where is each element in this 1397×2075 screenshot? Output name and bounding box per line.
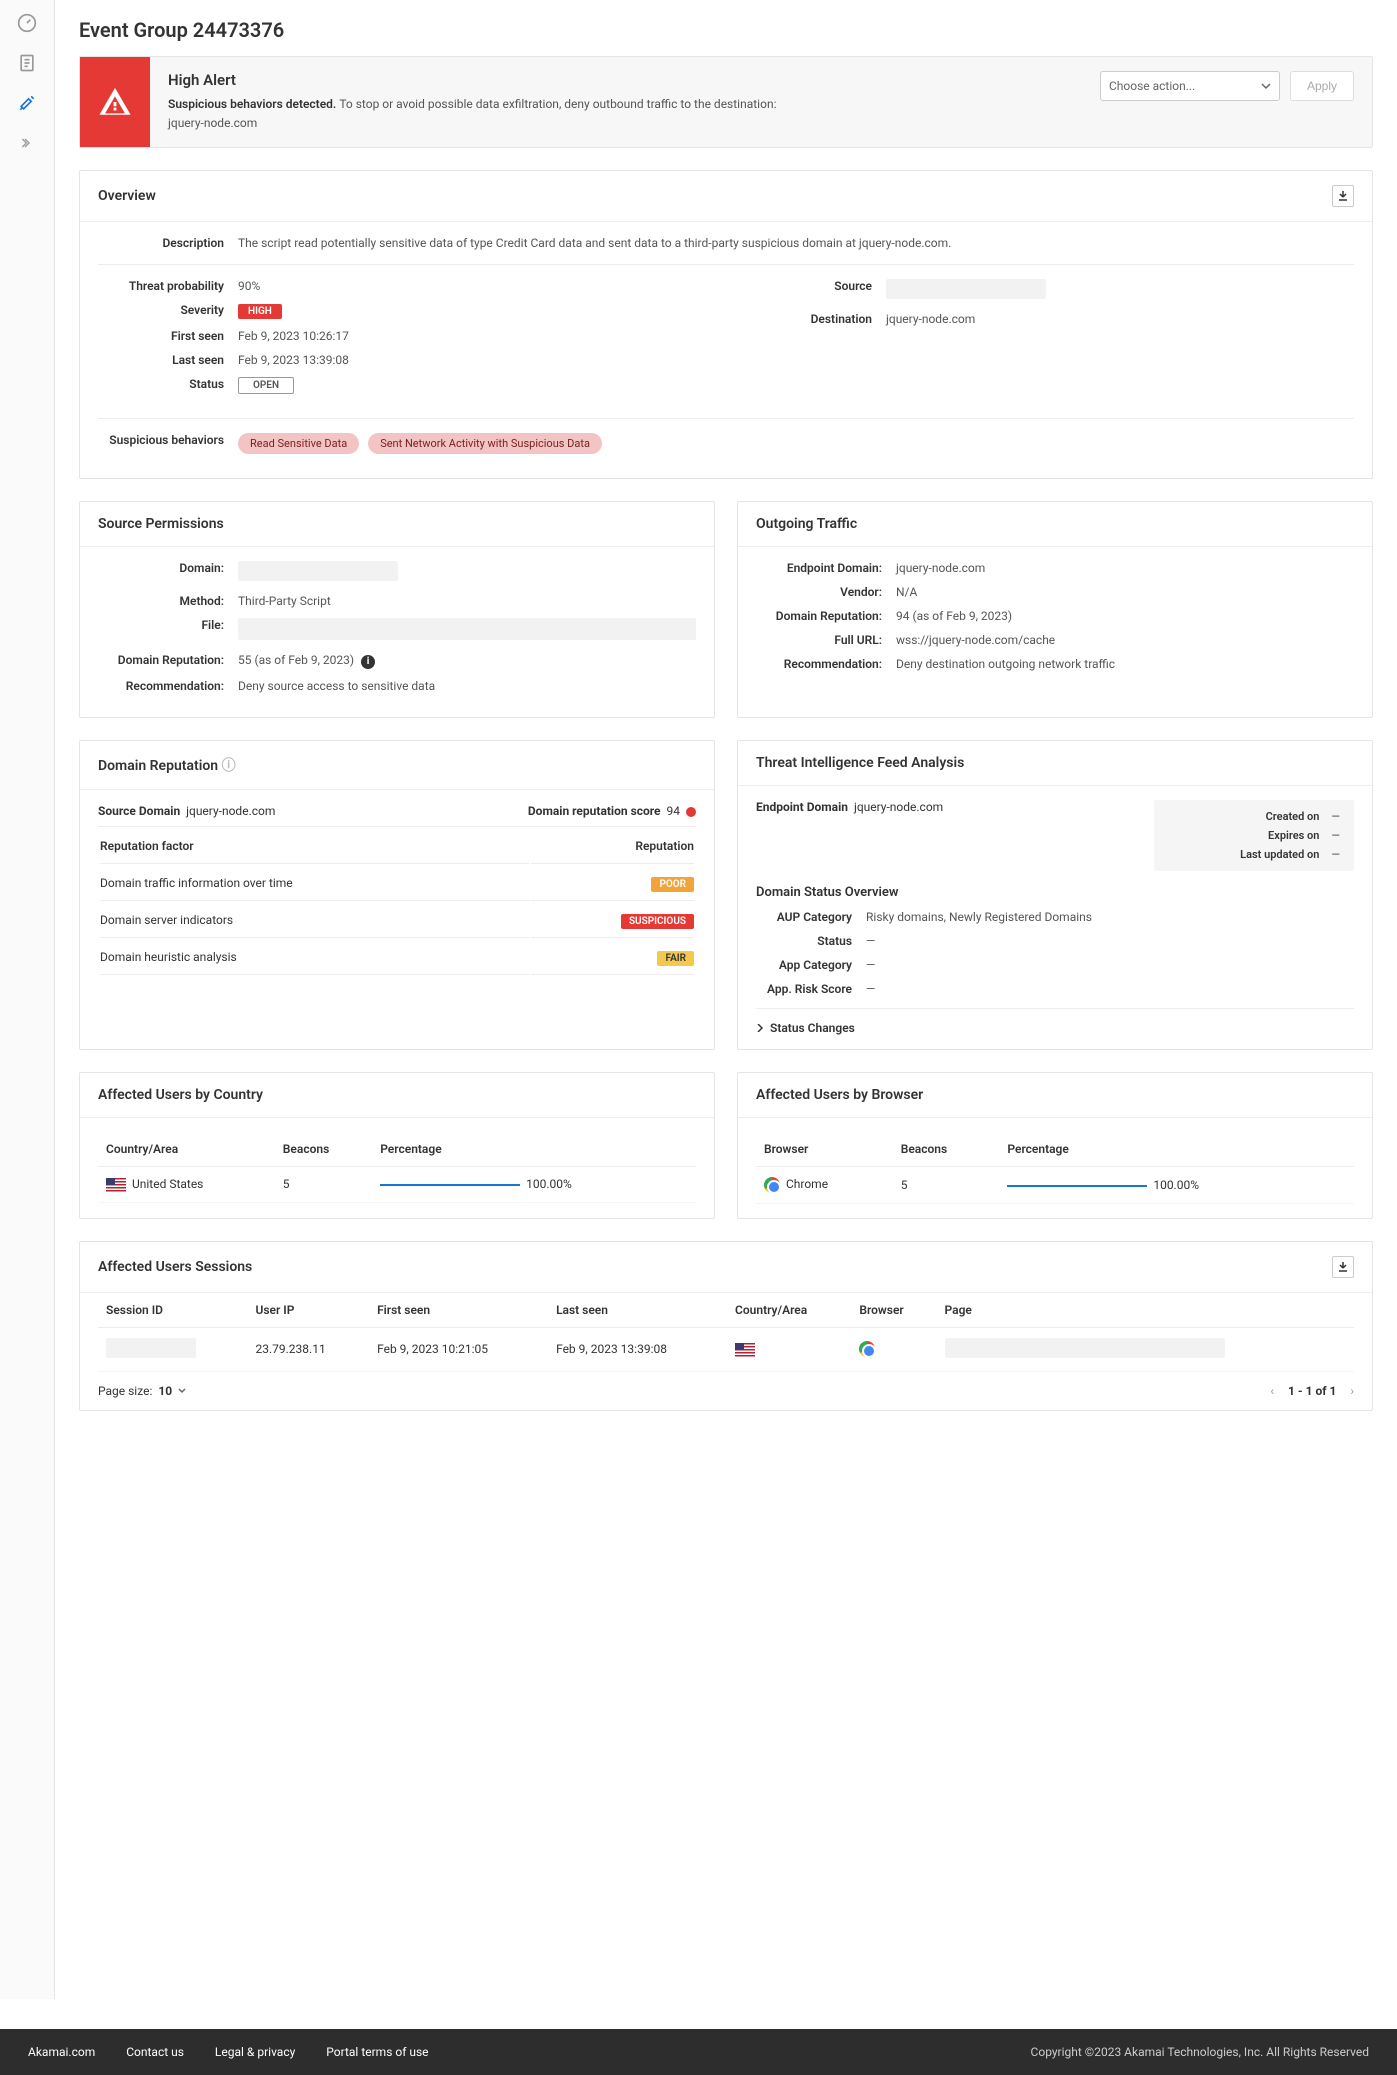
threat-intel-card: Threat Intelligence Feed Analysis Endpoi… <box>737 740 1373 1050</box>
reputation-table: Reputation factorReputation Domain traff… <box>98 827 696 977</box>
vendor: N/A <box>896 585 1354 599</box>
main-content: Event Group 24473376 High Alert Suspicio… <box>55 0 1397 1999</box>
endpoint-domain: jquery-node.com <box>896 561 1354 575</box>
threat-probability: 90% <box>238 279 706 293</box>
severity-badge: HIGH <box>238 304 282 319</box>
footer-link-terms[interactable]: Portal terms of use <box>326 2045 428 2059</box>
source-reputation: 55 (as of Feb 9, 2023) <box>238 653 354 667</box>
alert-icon <box>80 57 150 147</box>
chevron-down-icon <box>1261 81 1271 91</box>
domain-reputation-card: Domain Reputation ⓘ Source Domain jquery… <box>79 740 715 1050</box>
alert-title: High Alert <box>168 71 1064 89</box>
table-row: Domain traffic information over timePOOR <box>100 866 694 901</box>
apply-button[interactable]: Apply <box>1290 71 1354 101</box>
user-ip: 23.79.238.11 <box>248 1327 370 1371</box>
outgoing-recommendation: Deny destination outgoing network traffi… <box>896 657 1354 671</box>
overview-description: The script read potentially sensitive da… <box>238 236 1354 250</box>
table-row: Domain server indicatorsSUSPICIOUS <box>100 903 694 938</box>
status-changes-toggle[interactable]: Status Changes <box>756 1008 1354 1035</box>
ti-endpoint: jquery-node.com <box>854 800 943 814</box>
source-recommendation: Deny source access to sensitive data <box>238 679 696 693</box>
method: Third-Party Script <box>238 594 696 608</box>
aup-category: Risky domains, Newly Registered Domains <box>866 910 1354 924</box>
reputation-badge: POOR <box>651 877 694 892</box>
chevron-right-icon <box>756 1024 764 1032</box>
alert-description: Suspicious behaviors detected. To stop o… <box>168 95 1064 133</box>
prev-page-button[interactable]: ‹ <box>1270 1384 1274 1398</box>
info-icon[interactable]: i <box>361 655 375 669</box>
chrome-icon <box>859 1341 875 1357</box>
page-size-select[interactable]: Page size: 10 <box>98 1384 186 1398</box>
status-badge: OPEN <box>238 377 294 394</box>
page-range: 1 - 1 of 1 <box>1288 1384 1336 1398</box>
page-redacted <box>945 1338 1225 1358</box>
overview-title: Overview <box>98 188 156 204</box>
source-permissions-card: Source Permissions Domain: Method:Third-… <box>79 501 715 718</box>
chrome-icon <box>764 1177 780 1193</box>
sidebar <box>0 0 55 1999</box>
gauge-icon[interactable] <box>16 12 38 34</box>
destination: jquery-node.com <box>886 312 1354 326</box>
first-seen: Feb 9, 2023 10:26:17 <box>238 329 706 343</box>
behavior-pill: Read Sensitive Data <box>238 433 359 454</box>
reputation-badge: SUSPICIOUS <box>621 914 694 929</box>
footer-link-contact[interactable]: Contact us <box>126 2045 184 2059</box>
footer-link-legal[interactable]: Legal & privacy <box>215 2045 295 2059</box>
choose-action-select[interactable]: Choose action... <box>1100 71 1280 101</box>
info-icon[interactable]: ⓘ <box>222 758 236 774</box>
tools-icon[interactable] <box>16 92 38 114</box>
full-url: wss://jquery-node.com/cache <box>896 633 1354 647</box>
table-row: United States 5 100.00% <box>98 1166 696 1202</box>
reputation-score: 94 <box>667 804 681 818</box>
table-row[interactable]: 23.79.238.11 Feb 9, 2023 10:21:05 Feb 9,… <box>98 1327 1354 1371</box>
domain-redacted <box>238 561 398 581</box>
high-alert-banner: High Alert Suspicious behaviors detected… <box>79 56 1373 148</box>
last-seen: Feb 9, 2023 13:39:08 <box>238 353 706 367</box>
us-flag-icon <box>735 1343 755 1357</box>
source-domain: jquery-node.com <box>186 804 275 818</box>
expand-icon[interactable] <box>16 132 38 154</box>
table-row: Chrome 5 100.00% <box>756 1166 1354 1203</box>
sessions-card: Affected Users Sessions Session ID User … <box>79 1241 1373 1411</box>
users-by-browser-card: Affected Users by Browser BrowserBeacons… <box>737 1072 1373 1219</box>
outgoing-reputation: 94 (as of Feb 9, 2023) <box>896 609 1354 623</box>
document-icon[interactable] <box>16 52 38 74</box>
session-id-redacted <box>106 1338 196 1358</box>
users-by-country-card: Affected Users by Country Country/AreaBe… <box>79 1072 715 1219</box>
table-row: Domain heuristic analysisFAIR <box>100 940 694 975</box>
behavior-pill: Sent Network Activity with Suspicious Da… <box>368 433 602 454</box>
sessions-table: Session ID User IP First seen Last seen … <box>98 1293 1354 1372</box>
copyright: Copyright ©2023 Akamai Technologies, Inc… <box>1031 2045 1369 2059</box>
score-indicator-icon <box>686 807 696 817</box>
footer: Akamai.com Contact us Legal & privacy Po… <box>0 2029 1397 2075</box>
download-icon[interactable] <box>1332 185 1354 207</box>
file-redacted <box>238 618 696 640</box>
download-icon[interactable] <box>1332 1256 1354 1278</box>
source-redacted <box>886 279 1046 299</box>
us-flag-icon <box>106 1178 126 1192</box>
reputation-badge: FAIR <box>657 951 694 966</box>
chevron-down-icon <box>178 1387 186 1395</box>
ti-meta-box: Created on— Expires on— Last updated on— <box>1154 800 1354 871</box>
footer-link-akamai[interactable]: Akamai.com <box>28 2045 95 2059</box>
next-page-button[interactable]: › <box>1350 1384 1354 1398</box>
outgoing-traffic-card: Outgoing Traffic Endpoint Domain:jquery-… <box>737 501 1373 718</box>
overview-card: Overview Description The script read pot… <box>79 170 1373 479</box>
page-title: Event Group 24473376 <box>79 18 1373 42</box>
